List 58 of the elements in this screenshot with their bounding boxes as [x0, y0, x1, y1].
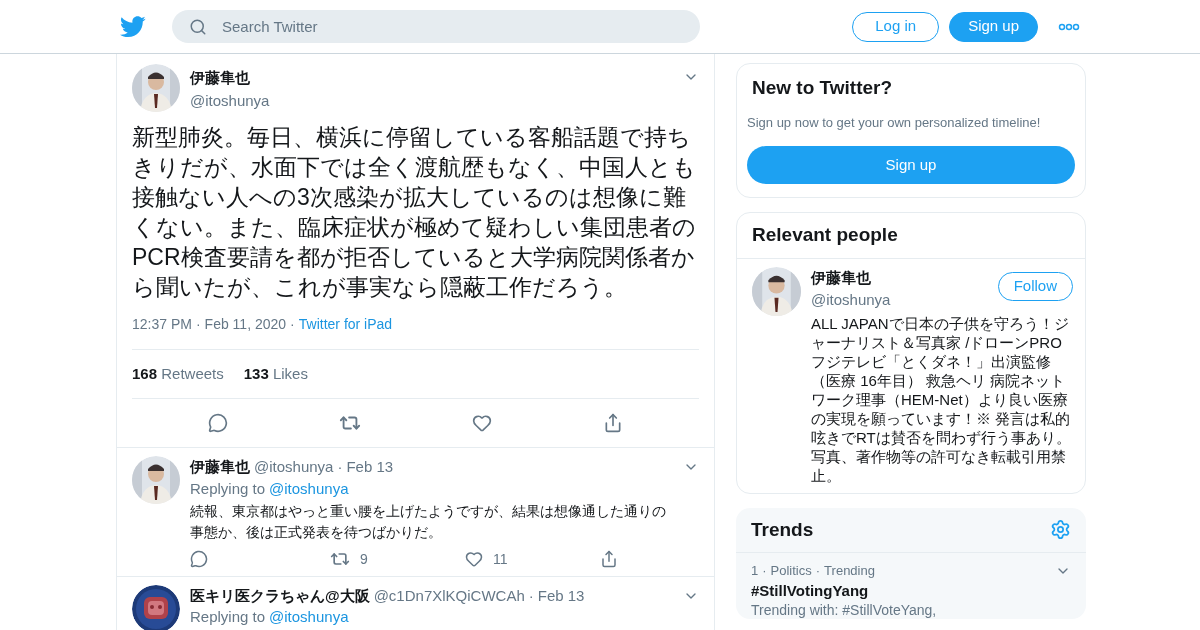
- like-icon[interactable]: [465, 550, 483, 568]
- trend-context: Trending with: #StillVoteYang,: [751, 600, 938, 619]
- replying-label: Replying to: [190, 478, 266, 499]
- user-bio: ALL JAPANで日本の子供を守ろう！ジャーナリスト＆写真家 /ドローンPRO フジテレビ「とくダネ！」出演監修（医療 16年目） 救急ヘリ 病院ネットワーク理事（HEM-Net）より良い医療の実現を願っています！※ 発言は私的呟きでRTは賛否を問わず行う事あり。写真、著作物等の許可なき転載引用禁止。: [811, 313, 1072, 485]
- tweet-date: Feb 11, 2020: [204, 315, 287, 334]
- mention-link[interactable]: @itoshunya: [269, 607, 349, 627]
- reply-date[interactable]: Feb 13: [346, 456, 394, 479]
- separator-dot: ·: [815, 562, 821, 580]
- user-name[interactable]: 医キリ医クラちゃん@大阪: [190, 584, 370, 607]
- tweet-time[interactable]: 12:37 PM: [132, 314, 192, 335]
- search-icon: [189, 18, 207, 36]
- reply-date[interactable]: Feb 13: [537, 584, 585, 607]
- card-title: New to Twitter?: [751, 76, 894, 100]
- separator-dot: ·: [337, 457, 343, 477]
- separator-dot: ·: [762, 562, 767, 580]
- log-in-button[interactable]: Log in: [852, 11, 940, 42]
- search-field[interactable]: Search Twitter: [172, 10, 700, 43]
- trend-item[interactable]: 1 · Politics · Trending #StillVotingYang Trending with: #StillVoteYang,: [736, 553, 1086, 619]
- trend-rank: 1: [751, 562, 759, 580]
- stat-link[interactable]: 168 Retweets: [132, 362, 224, 386]
- separator-dot: ·: [195, 315, 201, 334]
- more-icon[interactable]: [1058, 22, 1080, 31]
- stat-count: 133: [243, 364, 269, 382]
- user-name[interactable]: 伊藤隼也: [190, 67, 270, 90]
- retweet-count: 9: [360, 549, 368, 569]
- like-count: 11: [493, 549, 508, 569]
- like-icon[interactable]: [472, 413, 493, 433]
- trend-tag: #StillVotingYang: [751, 580, 1071, 601]
- bird-logo-icon[interactable]: [120, 15, 146, 38]
- trend-status: Trending: [824, 562, 875, 580]
- stat-label: Retweets: [161, 364, 224, 382]
- separator-dot: ·: [290, 315, 295, 334]
- replying-label: Replying to: [190, 607, 266, 627]
- share-icon[interactable]: [603, 413, 624, 433]
- card-title: Trends: [751, 517, 814, 542]
- reply-icon[interactable]: [190, 550, 208, 568]
- user-handle[interactable]: @c1Dn7XlKQiCWCAh: [373, 584, 525, 607]
- sign-up-button[interactable]: Sign up: [949, 11, 1038, 42]
- sign-up-button[interactable]: Sign up: [747, 146, 1075, 184]
- stat-link[interactable]: 133 Likes: [243, 362, 308, 386]
- reply-icon[interactable]: [207, 413, 228, 433]
- stat-count: 168: [132, 364, 158, 382]
- user-handle[interactable]: @itoshunya: [811, 289, 891, 312]
- mention-link[interactable]: @itoshunya: [269, 478, 349, 499]
- trend-category: Politics: [770, 562, 812, 580]
- tweet-text: 新型肺炎。毎日、横浜に停留している客船話題で持ちきりだが、水面下では全く渡航歴もなく、中国人とも接触ない人への3次感染が拡大しているのは想像に難くない。また、臨床症状が極めて疑わしい集団患者のPCR検査要請を都が拒否していると大学病院関係者から聞いたが、これが事実なら隠蔽工作だろう。: [132, 123, 697, 302]
- stat-label: Likes: [272, 364, 308, 382]
- reply-text: 続報、東京都はやっと重い腰を上げたようですが、結果は想像通した通りの事態か、後は正式発表を待つばかりだ。: [190, 501, 667, 542]
- user-name[interactable]: 伊藤隼也: [190, 456, 250, 479]
- share-icon[interactable]: [600, 550, 618, 568]
- settings-icon[interactable]: [1050, 519, 1071, 541]
- card-title: Relevant people: [737, 213, 1085, 259]
- source-link[interactable]: Twitter for iPad: [298, 314, 393, 335]
- card-text: Sign up now to get your own personalized timeline!: [747, 113, 1042, 132]
- user-handle[interactable]: @itoshunya: [190, 89, 270, 112]
- separator-dot: ·: [528, 585, 534, 606]
- user-name[interactable]: 伊藤隼也: [811, 266, 891, 289]
- user-handle[interactable]: @itoshunya: [254, 456, 334, 479]
